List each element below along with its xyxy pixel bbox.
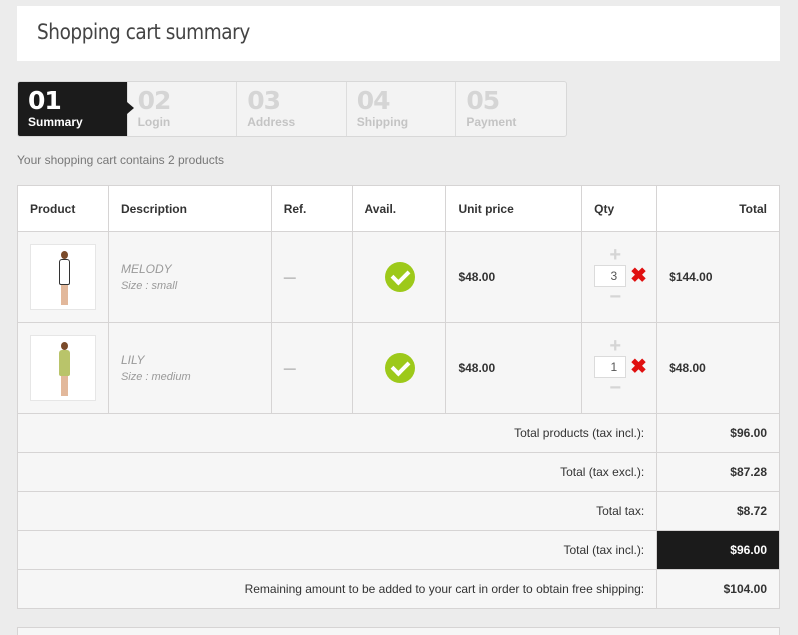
ref-cell: —	[270, 322, 353, 414]
dress	[59, 350, 70, 376]
summary-label: Total tax:	[16, 491, 658, 531]
model-figure	[58, 251, 70, 307]
minus-icon[interactable]: −	[606, 287, 624, 307]
table-header-row: Product Description Ref. Avail. Unit pri…	[17, 185, 780, 232]
table-row: LILY Size : medium — $48.00 + 1 ✖ − $48.…	[17, 322, 780, 414]
summary-row: Total tax: $8.72	[16, 491, 780, 531]
avail-cell	[351, 231, 447, 323]
plus-icon[interactable]: +	[606, 245, 624, 265]
avail-cell	[351, 322, 447, 414]
step-shipping[interactable]: 04 Shipping	[347, 82, 457, 136]
grand-total-value: $96.00	[656, 530, 780, 570]
summary-label: Remaining amount to be added to your car…	[16, 569, 658, 609]
step-label: Summary	[28, 115, 83, 129]
summary-row: Total products (tax incl.): $96.00	[16, 413, 780, 453]
minus-icon[interactable]: −	[606, 378, 624, 398]
row-total: $48.00	[656, 322, 780, 414]
description-cell: LILY Size : medium	[107, 322, 272, 414]
delete-icon[interactable]: ✖	[630, 265, 647, 287]
header-unit-price: Unit price	[445, 185, 583, 232]
model-figure	[58, 342, 70, 398]
check-icon	[384, 262, 415, 292]
plus-icon[interactable]: +	[606, 336, 624, 356]
dress	[59, 259, 70, 285]
qty-cell: + 3 ✖ −	[581, 231, 658, 323]
summary-value: $96.00	[656, 413, 780, 453]
cart-table: Product Description Ref. Avail. Unit pri…	[16, 185, 780, 609]
qty-cell: + 1 ✖ −	[581, 322, 658, 414]
step-label: Login	[137, 115, 171, 129]
step-number: 02	[137, 86, 172, 115]
product-cell	[17, 322, 109, 414]
summary-row-total: Total (tax incl.): $96.00	[16, 530, 780, 570]
step-label: Address	[247, 115, 296, 129]
product-cell	[17, 231, 109, 323]
step-number: 01	[28, 86, 62, 115]
header-total: Total	[656, 185, 780, 232]
summary-value: $87.28	[656, 452, 780, 492]
summary-label: Total products (tax incl.):	[16, 413, 658, 453]
step-number: 04	[356, 86, 391, 115]
step-summary[interactable]: 01 Summary	[18, 82, 134, 136]
cart-count-text: Your shopping cart contains 2 products	[17, 153, 225, 167]
summary-row: Remaining amount to be added to your car…	[16, 569, 780, 609]
product-name[interactable]: LILY	[121, 353, 271, 367]
product-image[interactable]	[30, 244, 96, 310]
ref-cell: —	[270, 231, 353, 323]
header-avail: Avail.	[351, 185, 447, 232]
product-image[interactable]	[30, 335, 96, 401]
step-payment[interactable]: 05 Payment	[456, 82, 566, 136]
step-number: 05	[466, 86, 500, 115]
header-ref: Ref.	[270, 185, 353, 232]
step-number: 03	[247, 86, 281, 115]
product-size: Size : small	[120, 280, 178, 292]
summary-label: Total (tax incl.):	[16, 530, 658, 570]
description-cell: MELODY Size : small	[107, 231, 272, 323]
summary-value: $8.72	[656, 491, 780, 531]
checkout-steps: 01 Summary 02 Login 03 Address 04 Shippi…	[17, 81, 567, 137]
header-qty: Qty	[581, 185, 658, 232]
page-header: Shopping cart summary	[17, 6, 780, 61]
page-title: Shopping cart summary	[37, 20, 250, 44]
header-description: Description	[107, 185, 272, 232]
next-section-box	[17, 627, 780, 635]
quantity-input[interactable]: 3	[594, 265, 627, 287]
step-login[interactable]: 02 Login	[128, 82, 238, 136]
row-total: $144.00	[656, 231, 780, 323]
summary-label: Total (tax excl.):	[16, 452, 658, 492]
step-address[interactable]: 03 Address	[237, 82, 347, 136]
step-label: Payment	[466, 115, 517, 129]
summary-value: $104.00	[656, 569, 780, 609]
product-size: Size : medium	[120, 371, 191, 383]
unit-price: $48.00	[445, 231, 583, 323]
quantity-input[interactable]: 1	[594, 356, 627, 378]
table-row: MELODY Size : small — $48.00 + 3 ✖ − $14…	[17, 231, 780, 323]
check-icon	[384, 353, 415, 383]
step-label: Shipping	[356, 115, 409, 129]
product-name[interactable]: MELODY	[121, 262, 271, 276]
summary-row: Total (tax excl.): $87.28	[16, 452, 780, 492]
unit-price: $48.00	[445, 322, 583, 414]
header-product: Product	[17, 185, 109, 232]
delete-icon[interactable]: ✖	[630, 356, 647, 378]
